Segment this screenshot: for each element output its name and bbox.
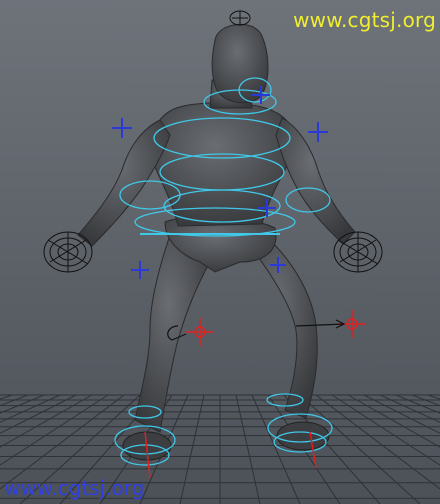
watermark-bottom: www.cgtsj.org: [4, 476, 145, 500]
maya-viewport[interactable]: www.cgtsj.org www.cgtsj.org: [0, 0, 440, 504]
head-top-wireframe[interactable]: [229, 10, 251, 26]
watermark-top: www.cgtsj.org: [293, 8, 436, 32]
viewport-canvas[interactable]: [0, 0, 440, 504]
